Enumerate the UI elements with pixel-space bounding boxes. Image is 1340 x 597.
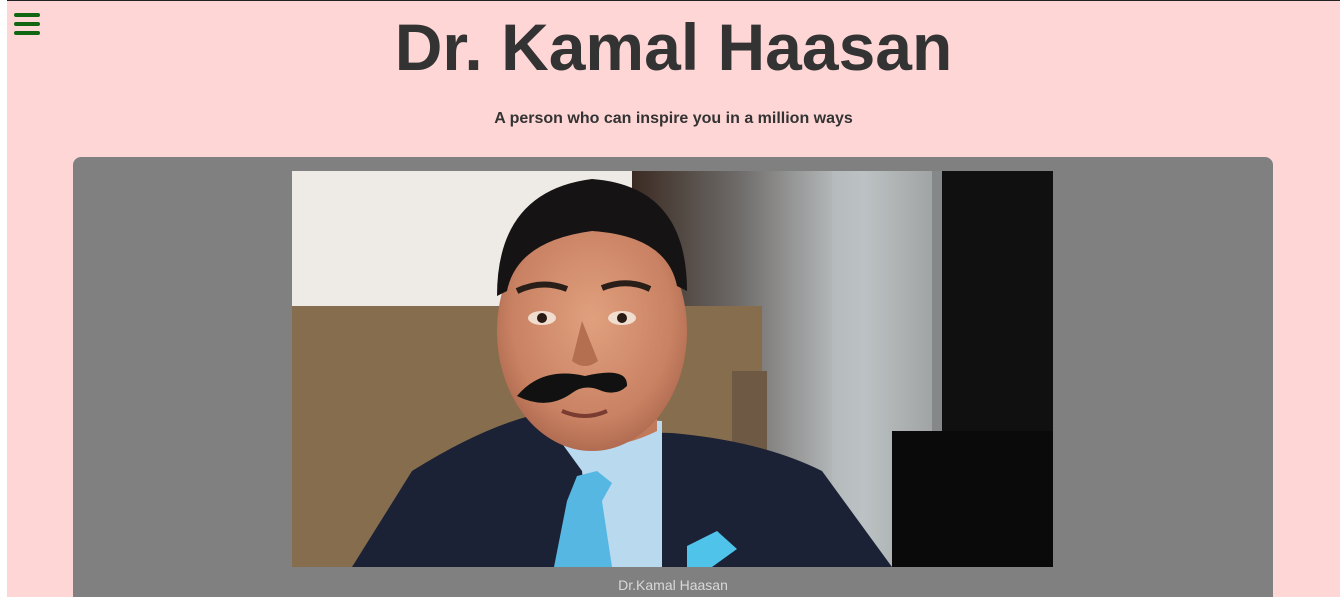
image-card: Dr.Kamal Haasan xyxy=(73,157,1273,597)
page: Dr. Kamal Haasan A person who can inspir… xyxy=(7,1,1340,597)
portrait-illustration xyxy=(292,171,1053,567)
tagline: A person who can inspire you in a millio… xyxy=(494,110,853,127)
page-title: Dr. Kamal Haasan xyxy=(394,10,953,84)
window-left-margin xyxy=(0,0,7,597)
portrait-photo xyxy=(292,171,1053,567)
photo-caption: Dr.Kamal Haasan xyxy=(618,577,728,593)
